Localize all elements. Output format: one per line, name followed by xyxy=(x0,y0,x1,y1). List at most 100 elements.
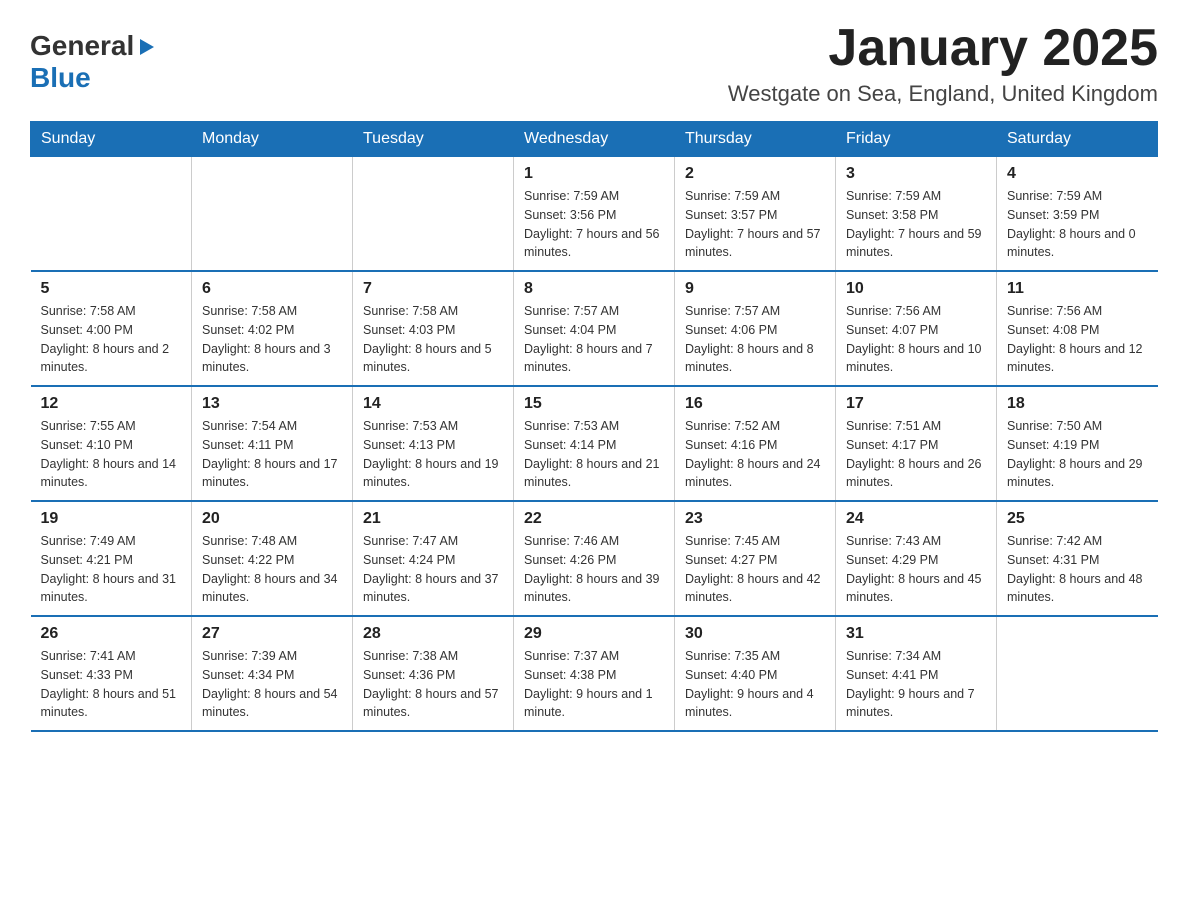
day-number: 18 xyxy=(1007,395,1148,413)
calendar-cell: 23 Sunrise: 7:45 AM Sunset: 4:27 PM Dayli… xyxy=(675,501,836,616)
calendar-cell: 8 Sunrise: 7:57 AM Sunset: 4:04 PM Daylig… xyxy=(514,271,675,386)
day-info: Sunrise: 7:57 AM Sunset: 4:04 PM Dayligh… xyxy=(524,302,664,377)
calendar-week-4: 19 Sunrise: 7:49 AM Sunset: 4:21 PM Dayli… xyxy=(31,501,1158,616)
day-number: 16 xyxy=(685,395,825,413)
day-number: 1 xyxy=(524,165,664,183)
calendar-week-5: 26 Sunrise: 7:41 AM Sunset: 4:33 PM Dayli… xyxy=(31,616,1158,731)
calendar-cell xyxy=(997,616,1158,731)
day-info: Sunrise: 7:54 AM Sunset: 4:11 PM Dayligh… xyxy=(202,417,342,492)
calendar-cell: 7Sunrise: 7:58 AM Sunset: 4:03 PM Daylig… xyxy=(353,271,514,386)
day-number: 28 xyxy=(363,625,503,643)
calendar-cell: 3 Sunrise: 7:59 AM Sunset: 3:58 PM Daylig… xyxy=(836,157,997,272)
day-number: 17 xyxy=(846,395,986,413)
day-number: 8 xyxy=(524,280,664,298)
day-info: Sunrise: 7:48 AM Sunset: 4:22 PM Dayligh… xyxy=(202,532,342,607)
calendar-cell: 22 Sunrise: 7:46 AM Sunset: 4:26 PM Dayli… xyxy=(514,501,675,616)
day-number: 30 xyxy=(685,625,825,643)
header-area: General Blue January 2025 Westgate on Se… xyxy=(30,20,1158,107)
calendar-cell: 20 Sunrise: 7:48 AM Sunset: 4:22 PM Dayli… xyxy=(192,501,353,616)
day-number: 14 xyxy=(363,395,503,413)
calendar-cell: 31 Sunrise: 7:34 AM Sunset: 4:41 PM Dayli… xyxy=(836,616,997,731)
day-number: 22 xyxy=(524,510,664,528)
calendar-cell: 24Sunrise: 7:43 AM Sunset: 4:29 PM Dayli… xyxy=(836,501,997,616)
day-info: Sunrise: 7:37 AM Sunset: 4:38 PM Dayligh… xyxy=(524,647,664,722)
day-number: 25 xyxy=(1007,510,1148,528)
calendar-cell: 14Sunrise: 7:53 AM Sunset: 4:13 PM Dayli… xyxy=(353,386,514,501)
day-header-friday: Friday xyxy=(836,122,997,157)
calendar-cell: 10Sunrise: 7:56 AM Sunset: 4:07 PM Dayli… xyxy=(836,271,997,386)
calendar-subtitle: Westgate on Sea, England, United Kingdom xyxy=(728,81,1158,107)
day-info: Sunrise: 7:42 AM Sunset: 4:31 PM Dayligh… xyxy=(1007,532,1148,607)
calendar-title: January 2025 xyxy=(728,20,1158,77)
calendar-cell: 17 Sunrise: 7:51 AM Sunset: 4:17 PM Dayli… xyxy=(836,386,997,501)
calendar-cell: 21Sunrise: 7:47 AM Sunset: 4:24 PM Dayli… xyxy=(353,501,514,616)
day-header-tuesday: Tuesday xyxy=(353,122,514,157)
day-number: 31 xyxy=(846,625,986,643)
day-number: 23 xyxy=(685,510,825,528)
day-info: Sunrise: 7:53 AM Sunset: 4:14 PM Dayligh… xyxy=(524,417,664,492)
day-info: Sunrise: 7:55 AM Sunset: 4:10 PM Dayligh… xyxy=(41,417,182,492)
calendar-cell: 9 Sunrise: 7:57 AM Sunset: 4:06 PM Daylig… xyxy=(675,271,836,386)
day-info: Sunrise: 7:58 AM Sunset: 4:00 PM Dayligh… xyxy=(41,302,182,377)
calendar-cell: 12 Sunrise: 7:55 AM Sunset: 4:10 PM Dayli… xyxy=(31,386,192,501)
calendar-cell: 30 Sunrise: 7:35 AM Sunset: 4:40 PM Dayli… xyxy=(675,616,836,731)
calendar-cell: 29 Sunrise: 7:37 AM Sunset: 4:38 PM Dayli… xyxy=(514,616,675,731)
day-header-monday: Monday xyxy=(192,122,353,157)
calendar-cell xyxy=(192,157,353,272)
day-info: Sunrise: 7:34 AM Sunset: 4:41 PM Dayligh… xyxy=(846,647,986,722)
day-number: 29 xyxy=(524,625,664,643)
day-number: 9 xyxy=(685,280,825,298)
calendar-cell: 13 Sunrise: 7:54 AM Sunset: 4:11 PM Dayli… xyxy=(192,386,353,501)
calendar-cell xyxy=(31,157,192,272)
calendar-cell: 4Sunrise: 7:59 AM Sunset: 3:59 PM Daylig… xyxy=(997,157,1158,272)
day-info: Sunrise: 7:35 AM Sunset: 4:40 PM Dayligh… xyxy=(685,647,825,722)
day-number: 2 xyxy=(685,165,825,183)
calendar-cell: 27Sunrise: 7:39 AM Sunset: 4:34 PM Dayli… xyxy=(192,616,353,731)
calendar-cell: 26 Sunrise: 7:41 AM Sunset: 4:33 PM Dayli… xyxy=(31,616,192,731)
day-number: 3 xyxy=(846,165,986,183)
day-number: 13 xyxy=(202,395,342,413)
calendar-week-2: 5 Sunrise: 7:58 AM Sunset: 4:00 PM Daylig… xyxy=(31,271,1158,386)
logo: General Blue xyxy=(30,30,156,94)
calendar-week-1: 1Sunrise: 7:59 AM Sunset: 3:56 PM Daylig… xyxy=(31,157,1158,272)
day-number: 5 xyxy=(41,280,182,298)
calendar-cell xyxy=(353,157,514,272)
day-header-wednesday: Wednesday xyxy=(514,122,675,157)
day-info: Sunrise: 7:46 AM Sunset: 4:26 PM Dayligh… xyxy=(524,532,664,607)
day-number: 11 xyxy=(1007,280,1148,298)
day-number: 26 xyxy=(41,625,182,643)
day-number: 12 xyxy=(41,395,182,413)
calendar-cell: 19 Sunrise: 7:49 AM Sunset: 4:21 PM Dayli… xyxy=(31,501,192,616)
day-info: Sunrise: 7:57 AM Sunset: 4:06 PM Dayligh… xyxy=(685,302,825,377)
day-info: Sunrise: 7:59 AM Sunset: 3:57 PM Dayligh… xyxy=(685,187,825,262)
day-info: Sunrise: 7:41 AM Sunset: 4:33 PM Dayligh… xyxy=(41,647,182,722)
day-header-thursday: Thursday xyxy=(675,122,836,157)
day-info: Sunrise: 7:38 AM Sunset: 4:36 PM Dayligh… xyxy=(363,647,503,722)
day-info: Sunrise: 7:59 AM Sunset: 3:58 PM Dayligh… xyxy=(846,187,986,262)
calendar-cell: 18Sunrise: 7:50 AM Sunset: 4:19 PM Dayli… xyxy=(997,386,1158,501)
calendar-cell: 15Sunrise: 7:53 AM Sunset: 4:14 PM Dayli… xyxy=(514,386,675,501)
day-header-row: SundayMondayTuesdayWednesdayThursdayFrid… xyxy=(31,122,1158,157)
calendar-cell: 11Sunrise: 7:56 AM Sunset: 4:08 PM Dayli… xyxy=(997,271,1158,386)
day-info: Sunrise: 7:49 AM Sunset: 4:21 PM Dayligh… xyxy=(41,532,182,607)
day-info: Sunrise: 7:58 AM Sunset: 4:02 PM Dayligh… xyxy=(202,302,342,377)
day-number: 19 xyxy=(41,510,182,528)
logo-arrow-icon xyxy=(136,37,156,57)
day-info: Sunrise: 7:47 AM Sunset: 4:24 PM Dayligh… xyxy=(363,532,503,607)
day-info: Sunrise: 7:51 AM Sunset: 4:17 PM Dayligh… xyxy=(846,417,986,492)
calendar-cell: 1Sunrise: 7:59 AM Sunset: 3:56 PM Daylig… xyxy=(514,157,675,272)
day-number: 27 xyxy=(202,625,342,643)
calendar-cell: 28 Sunrise: 7:38 AM Sunset: 4:36 PM Dayli… xyxy=(353,616,514,731)
calendar-table: SundayMondayTuesdayWednesdayThursdayFrid… xyxy=(30,121,1158,732)
day-info: Sunrise: 7:58 AM Sunset: 4:03 PM Dayligh… xyxy=(363,302,503,377)
day-header-sunday: Sunday xyxy=(31,122,192,157)
calendar-cell: 16 Sunrise: 7:52 AM Sunset: 4:16 PM Dayli… xyxy=(675,386,836,501)
day-header-saturday: Saturday xyxy=(997,122,1158,157)
calendar-body: 1Sunrise: 7:59 AM Sunset: 3:56 PM Daylig… xyxy=(31,157,1158,732)
day-info: Sunrise: 7:45 AM Sunset: 4:27 PM Dayligh… xyxy=(685,532,825,607)
calendar-cell: 5 Sunrise: 7:58 AM Sunset: 4:00 PM Daylig… xyxy=(31,271,192,386)
day-info: Sunrise: 7:43 AM Sunset: 4:29 PM Dayligh… xyxy=(846,532,986,607)
day-number: 20 xyxy=(202,510,342,528)
day-number: 4 xyxy=(1007,165,1148,183)
day-info: Sunrise: 7:52 AM Sunset: 4:16 PM Dayligh… xyxy=(685,417,825,492)
